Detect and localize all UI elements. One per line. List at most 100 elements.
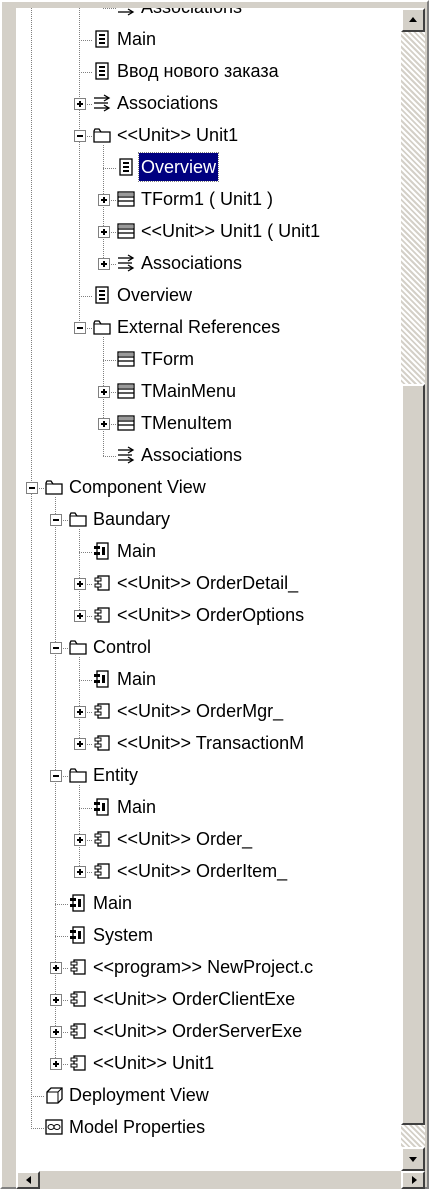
tree-item-label[interactable]: Model Properties [67, 1113, 207, 1141]
vertical-scroll-thumb[interactable] [401, 384, 425, 1125]
expand-plus-icon[interactable] [98, 418, 110, 430]
vertical-scrollbar[interactable] [401, 8, 425, 1171]
tree-item-label[interactable]: <<Unit>> TransactionM [115, 729, 306, 757]
tree-item-label[interactable]: Main [115, 665, 158, 693]
tree-item[interactable]: TMainMenu [16, 376, 401, 408]
tree-item-label[interactable]: External References [115, 313, 282, 341]
tree-item-label[interactable]: TMenuItem [139, 409, 234, 437]
tree-item[interactable]: Overview [16, 152, 401, 184]
scroll-down-button[interactable] [401, 1147, 425, 1171]
scroll-up-button[interactable] [401, 8, 425, 32]
tree-item-label[interactable]: Associations [139, 249, 244, 277]
scroll-left-button[interactable] [16, 1171, 40, 1189]
tree-item-label[interactable]: <<Unit>> OrderItem_ [115, 857, 289, 885]
tree-item[interactable]: <<Unit>> Order_ [16, 824, 401, 856]
tree-item-label[interactable]: Main [115, 25, 158, 53]
tree-item-label[interactable]: TForm [139, 345, 196, 373]
tree-item-label[interactable]: <<Unit>> Unit1 ( Unit1 [139, 217, 322, 245]
tree-item-label[interactable]: <<Unit>> OrderDetail_ [115, 569, 300, 597]
expand-plus-icon[interactable] [74, 834, 86, 846]
tree-item[interactable]: Overview [16, 280, 401, 312]
tree-item[interactable]: <<Unit>> OrderItem_ [16, 856, 401, 888]
tree-item[interactable]: TMenuItem [16, 408, 401, 440]
tree-item-label[interactable]: Main [91, 889, 134, 917]
expand-plus-icon[interactable] [50, 1058, 62, 1070]
tree-item[interactable]: Main [16, 536, 401, 568]
tree-item[interactable]: Baundary [16, 504, 401, 536]
tree-item[interactable]: Component View [16, 472, 401, 504]
tree-item-label[interactable]: <<program>> NewProject.c [91, 953, 315, 981]
tree-item[interactable]: <<Unit>> OrderClientExe [16, 984, 401, 1016]
tree-item-label[interactable]: <<Unit>> Unit1 [115, 121, 240, 149]
collapse-minus-icon[interactable] [74, 130, 86, 142]
tree-item-label[interactable]: <<Unit>> OrderServerExe [91, 1017, 304, 1045]
tree-item[interactable]: TForm1 ( Unit1 ) [16, 184, 401, 216]
tree-item-label[interactable]: Associations [115, 89, 220, 117]
expand-plus-icon[interactable] [74, 706, 86, 718]
expand-plus-icon[interactable] [74, 738, 86, 750]
tree-item-label[interactable]: Ввод нового заказа [115, 57, 281, 85]
expand-plus-icon[interactable] [74, 578, 86, 590]
tree-item[interactable]: <<Unit>> Unit1 ( Unit1 [16, 216, 401, 248]
tree-item-label[interactable]: Entity [91, 761, 140, 789]
tree-item-label[interactable]: TForm1 ( Unit1 ) [139, 185, 275, 213]
tree-item-label[interactable]: Control [91, 633, 153, 661]
tree-item[interactable]: Deployment View [16, 1080, 401, 1112]
tree-item[interactable]: Main [16, 24, 401, 56]
tree-item[interactable]: <<Unit>> OrderOptions [16, 600, 401, 632]
tree-item-label[interactable]: Associations [139, 441, 244, 469]
tree-item-label[interactable]: Component View [67, 473, 208, 501]
tree-item[interactable]: Main [16, 664, 401, 696]
tree-item-label[interactable]: <<Unit>> Unit1 [91, 1049, 216, 1077]
tree-item[interactable]: Ввод нового заказа [16, 56, 401, 88]
expand-plus-icon[interactable] [98, 386, 110, 398]
expand-plus-icon[interactable] [50, 1026, 62, 1038]
tree-item[interactable]: Associations [16, 8, 401, 24]
collapse-minus-icon[interactable] [50, 770, 62, 782]
tree-item[interactable]: Model Properties [16, 1112, 401, 1144]
tree-item[interactable]: Main [16, 888, 401, 920]
tree-item-label[interactable]: Baundary [91, 505, 172, 533]
tree-item-label[interactable]: Main [115, 793, 158, 821]
tree-item-label[interactable]: <<Unit>> OrderOptions [115, 601, 306, 629]
tree-item-label[interactable]: TMainMenu [139, 377, 238, 405]
scroll-right-button[interactable] [401, 1171, 425, 1189]
tree-item[interactable]: <<Unit>> OrderDetail_ [16, 568, 401, 600]
expand-plus-icon[interactable] [98, 194, 110, 206]
tree-item-label[interactable]: <<Unit>> OrderMgr_ [115, 697, 285, 725]
tree-item-label[interactable]: System [91, 921, 155, 949]
tree-item-label[interactable]: Overview [115, 281, 194, 309]
expand-plus-icon[interactable] [98, 226, 110, 238]
collapse-minus-icon[interactable] [26, 482, 38, 494]
expand-plus-icon[interactable] [74, 866, 86, 878]
collapse-minus-icon[interactable] [50, 514, 62, 526]
tree-item[interactable]: <<Unit>> Unit1 [16, 120, 401, 152]
horizontal-scrollbar[interactable] [16, 1171, 425, 1189]
tree-item[interactable]: External References [16, 312, 401, 344]
expand-plus-icon[interactable] [74, 610, 86, 622]
tree-item-label[interactable]: Overview [137, 152, 220, 182]
tree-item[interactable]: System [16, 920, 401, 952]
tree-item-label[interactable]: <<Unit>> Order_ [115, 825, 254, 853]
collapse-minus-icon[interactable] [74, 322, 86, 334]
tree-item[interactable]: Main [16, 792, 401, 824]
tree-item-label[interactable]: <<Unit>> OrderClientExe [91, 985, 297, 1013]
tree-item[interactable]: <<Unit>> OrderMgr_ [16, 696, 401, 728]
expand-plus-icon[interactable] [74, 98, 86, 110]
tree-item[interactable]: Entity [16, 760, 401, 792]
tree-item[interactable]: <<program>> NewProject.c [16, 952, 401, 984]
tree-item-label[interactable]: Main [115, 537, 158, 565]
expand-plus-icon[interactable] [50, 962, 62, 974]
collapse-minus-icon[interactable] [50, 642, 62, 654]
tree-item[interactable]: Control [16, 632, 401, 664]
tree-item-label[interactable]: Associations [139, 8, 244, 21]
tree-item[interactable]: <<Unit>> TransactionM [16, 728, 401, 760]
tree-item-label[interactable]: Deployment View [67, 1081, 211, 1109]
tree-item[interactable]: <<Unit>> OrderServerExe [16, 1016, 401, 1048]
tree-item[interactable]: TForm [16, 344, 401, 376]
tree-item[interactable]: Associations [16, 440, 401, 472]
tree-item[interactable]: <<Unit>> Unit1 [16, 1048, 401, 1080]
tree-item[interactable]: Associations [16, 248, 401, 280]
expand-plus-icon[interactable] [98, 258, 110, 270]
expand-plus-icon[interactable] [50, 994, 62, 1006]
